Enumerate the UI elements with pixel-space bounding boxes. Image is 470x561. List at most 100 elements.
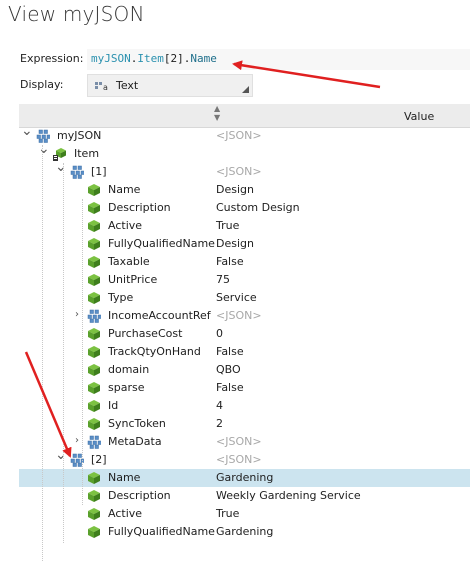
expression-label: Expression: bbox=[20, 52, 84, 65]
dropdown-arrow-icon[interactable] bbox=[242, 86, 249, 93]
tree-row[interactable]: ⌄ myJSON <JSON> bbox=[19, 124, 470, 145]
expression-token: myJSON bbox=[91, 52, 131, 65]
green-cube-icon bbox=[87, 507, 101, 521]
tree-row-name: Active bbox=[108, 507, 143, 520]
green-cube-icon bbox=[87, 399, 101, 413]
tree-row-value: Design bbox=[216, 183, 254, 196]
tree-row[interactable]: UnitPrice 75 bbox=[19, 271, 470, 289]
tree-row-value: 0 bbox=[216, 327, 223, 340]
tree-row[interactable]: Id 4 bbox=[19, 397, 470, 415]
tree-row-value: 75 bbox=[216, 273, 230, 286]
window-title: View myJSON bbox=[8, 2, 145, 26]
tree-row-name: Name bbox=[108, 183, 141, 196]
tree-row-name: Item bbox=[74, 147, 100, 160]
sort-icon[interactable]: ▲ ▼ bbox=[214, 104, 220, 122]
tree-row-value: Service bbox=[216, 291, 257, 304]
green-cube-icon bbox=[87, 255, 101, 269]
tree-row-name: Type bbox=[108, 291, 134, 304]
tree-row-value: Weekly Gardening Service bbox=[216, 489, 361, 502]
tree-row[interactable]: FullyQualifiedName Design bbox=[19, 235, 470, 253]
tree-row[interactable]: Name Design bbox=[19, 181, 470, 199]
green-cube-icon bbox=[87, 381, 101, 395]
tree-row-name: Taxable bbox=[108, 255, 150, 268]
tree-row[interactable]: ⌄ [2] <JSON> bbox=[19, 448, 470, 469]
display-selected-value: Text bbox=[116, 79, 139, 92]
tree-row-name: SyncToken bbox=[108, 417, 166, 430]
tree-row-value: Gardening bbox=[216, 525, 274, 538]
tree-row[interactable]: › MetaData <JSON> bbox=[19, 433, 470, 451]
green-cube-icon bbox=[87, 291, 101, 305]
green-cube-icon bbox=[87, 489, 101, 503]
tree-row-name: FullyQualifiedName bbox=[108, 525, 215, 538]
tree-row[interactable]: Description Custom Design bbox=[19, 199, 470, 217]
chevron-down-icon[interactable]: ⌄ bbox=[38, 142, 50, 156]
tree-row[interactable]: ⌄ Item bbox=[19, 142, 470, 163]
tree-row[interactable]: Active True bbox=[19, 505, 470, 523]
chevron-down-icon[interactable]: ⌄ bbox=[21, 124, 33, 138]
green-cube-icon bbox=[87, 363, 101, 377]
tree-row-value: <JSON> bbox=[216, 453, 262, 466]
expression-value[interactable]: myJSON.Item[2].Name bbox=[91, 52, 217, 65]
tree-row[interactable]: Description Weekly Gardening Service bbox=[19, 487, 470, 505]
expression-token: Name bbox=[190, 52, 217, 65]
blue-cube-icon bbox=[70, 165, 85, 179]
tree-row-name: [1] bbox=[91, 165, 107, 178]
green-cube-icon bbox=[87, 183, 101, 197]
tree-row[interactable]: TrackQtyOnHand False bbox=[19, 343, 470, 361]
tree-row-value: False bbox=[216, 345, 244, 358]
display-select[interactable]: a Text bbox=[87, 74, 253, 97]
tree-row-value: <JSON> bbox=[216, 309, 262, 322]
tree-row[interactable]: Name Gardening bbox=[19, 469, 470, 487]
chevron-right-icon[interactable]: › bbox=[72, 436, 82, 446]
tree-row-value: True bbox=[216, 507, 240, 520]
tree-row-value: Design bbox=[216, 237, 254, 250]
tree-row-value: <JSON> bbox=[216, 129, 262, 142]
green-cube-icon bbox=[87, 471, 101, 485]
tree-row-value: <JSON> bbox=[216, 435, 262, 448]
expression-token: Item bbox=[137, 52, 164, 65]
tree-row-name: TrackQtyOnHand bbox=[108, 345, 201, 358]
value-column-header[interactable]: Value bbox=[404, 110, 434, 123]
tree-row[interactable]: Type Service bbox=[19, 289, 470, 307]
tree-row-value: False bbox=[216, 255, 244, 268]
tree-row-name: myJSON bbox=[57, 129, 102, 142]
tree-row-name: sparse bbox=[108, 381, 145, 394]
tree-row[interactable]: PurchaseCost 0 bbox=[19, 325, 470, 343]
tree-row-value: False bbox=[216, 381, 244, 394]
expression-token: [2] bbox=[163, 52, 184, 65]
tree-row-name: UnitPrice bbox=[108, 273, 158, 286]
tree-row-name: MetaData bbox=[108, 435, 162, 448]
green-cube-icon bbox=[87, 327, 101, 341]
tree-row[interactable]: ⌄ [1] <JSON> bbox=[19, 160, 470, 181]
green-cube-icon bbox=[87, 237, 101, 251]
tree-row-value: 4 bbox=[216, 399, 223, 412]
tree-row-value: Gardening bbox=[216, 471, 274, 484]
tree-row[interactable]: Active True bbox=[19, 217, 470, 235]
chevron-right-icon[interactable]: › bbox=[72, 310, 82, 320]
tree-row-name: PurchaseCost bbox=[108, 327, 183, 340]
green-cube-icon bbox=[87, 345, 101, 359]
svg-text:a: a bbox=[103, 83, 108, 91]
tree-row-name: FullyQualifiedName bbox=[108, 237, 215, 250]
tree-row[interactable]: Taxable False bbox=[19, 253, 470, 271]
tree-row-value: QBO bbox=[216, 363, 241, 376]
tree-row-value: 2 bbox=[216, 417, 223, 430]
tree-row-name: Id bbox=[108, 399, 119, 412]
tree-row-name: Active bbox=[108, 219, 143, 232]
tree-row[interactable]: › IncomeAccountRef <JSON> bbox=[19, 307, 470, 325]
tree-row[interactable]: domain QBO bbox=[19, 361, 470, 379]
tree-row-name: IncomeAccountRef bbox=[108, 309, 211, 322]
tree-row[interactable]: SyncToken 2 bbox=[19, 415, 470, 433]
tree-row-name: Description bbox=[108, 489, 171, 502]
text-format-icon: a bbox=[95, 82, 108, 91]
green-cube-icon bbox=[87, 525, 101, 539]
expression-field[interactable]: myJSON.Item[2].Name bbox=[87, 49, 470, 70]
tree-guide-line bbox=[82, 199, 83, 505]
tree-guide-line bbox=[42, 145, 43, 561]
tree-row-value: <JSON> bbox=[216, 165, 262, 178]
tree-row[interactable]: sparse False bbox=[19, 379, 470, 397]
tree-row-value: Custom Design bbox=[216, 201, 300, 214]
tree-row[interactable]: FullyQualifiedName Gardening bbox=[19, 523, 470, 541]
blue-cube-icon bbox=[87, 435, 102, 449]
tree-row-value: True bbox=[216, 219, 240, 232]
